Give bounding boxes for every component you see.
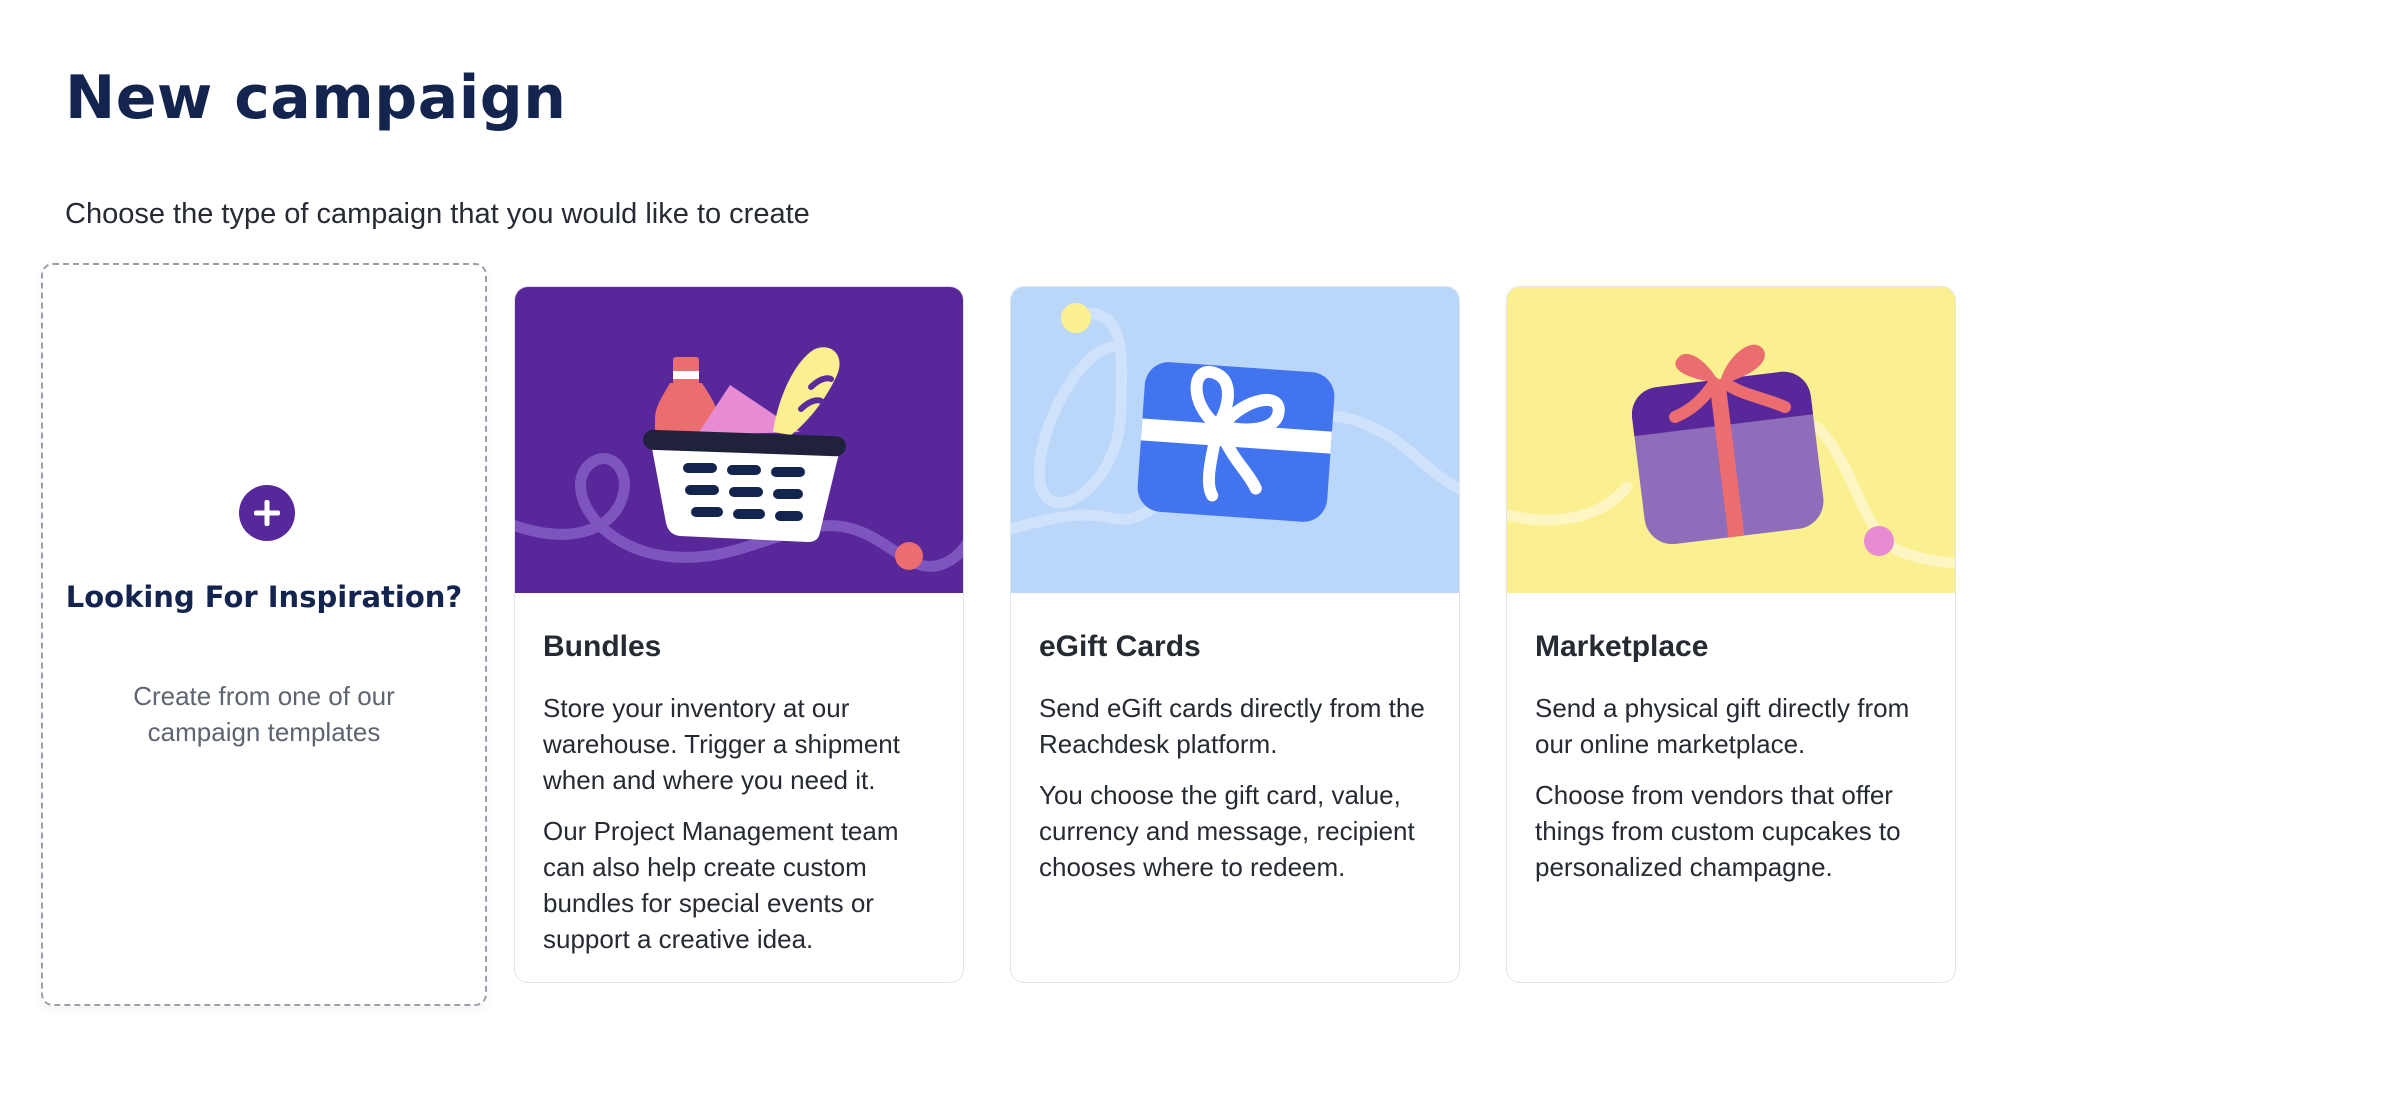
card-description: Store your inventory at our warehouse. T… — [543, 690, 935, 972]
card-title: eGift Cards — [1039, 630, 1201, 663]
egift-cards-illustration — [1011, 287, 1459, 593]
campaign-card-marketplace[interactable]: Marketplace Send a physical gift directl… — [1506, 286, 1956, 983]
card-description: Send a physical gift directly from our o… — [1535, 690, 1927, 900]
card-paragraph: Our Project Management team can also hel… — [543, 816, 899, 954]
page-title: New campaign — [65, 63, 567, 133]
campaign-card-egift-cards[interactable]: eGift Cards Send eGift cards directly fr… — [1010, 286, 1460, 983]
inspiration-title: Looking For Inspiration? — [65, 580, 463, 614]
marketplace-illustration — [1507, 287, 1955, 593]
card-paragraph: Choose from vendors that offer things fr… — [1535, 780, 1901, 882]
card-title: Bundles — [543, 630, 662, 663]
card-paragraph: You choose the gift card, value, currenc… — [1039, 780, 1415, 882]
card-paragraph: Store your inventory at our warehouse. T… — [543, 693, 900, 795]
card-paragraph: Send a physical gift directly from our o… — [1535, 693, 1910, 759]
page-subtitle: Choose the type of campaign that you wou… — [65, 198, 810, 230]
plus-circle-icon[interactable] — [239, 485, 295, 541]
inspiration-card[interactable]: Looking For Inspiration? Create from one… — [41, 263, 487, 1006]
campaign-card-bundles[interactable]: Bundles Store your inventory at our ware… — [514, 286, 964, 983]
bundles-illustration — [515, 287, 963, 593]
card-title: Marketplace — [1535, 630, 1709, 663]
inspiration-description: Create from one of our campaign template… — [133, 681, 395, 747]
card-paragraph: Send eGift cards directly from the Reach… — [1039, 693, 1425, 759]
card-description: Send eGift cards directly from the Reach… — [1039, 690, 1431, 900]
